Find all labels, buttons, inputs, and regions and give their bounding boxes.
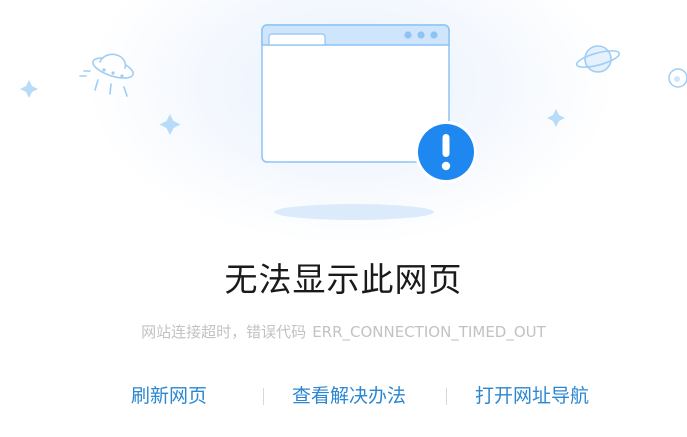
error-code: ERR_CONNECTION_TIMED_OUT [312, 323, 546, 341]
planet-icon [668, 68, 687, 88]
error-description: 网站连接超时，错误代码 [141, 323, 307, 341]
action-bar: 刷新网页 查看解决办法 打开网址导航 [0, 380, 687, 412]
error-illustration [20, 24, 687, 220]
error-message: 网站连接超时，错误代码 ERR_CONNECTION_TIMED_OUT [0, 321, 687, 343]
planet-icon [575, 45, 621, 73]
separator [446, 388, 447, 405]
window-shadow [274, 204, 434, 220]
error-page: 无法显示此网页 网站连接超时，错误代码 ERR_CONNECTION_TIMED_… [0, 0, 687, 437]
view-solutions-link[interactable]: 查看解决办法 [292, 380, 406, 412]
open-url-navigation-link[interactable]: 打开网址导航 [475, 380, 589, 412]
page-title: 无法显示此网页 [224, 260, 463, 299]
alert-badge-icon [415, 121, 477, 183]
ufo-icon [79, 53, 134, 97]
refresh-link[interactable]: 刷新网页 [131, 380, 207, 412]
separator [263, 388, 264, 405]
